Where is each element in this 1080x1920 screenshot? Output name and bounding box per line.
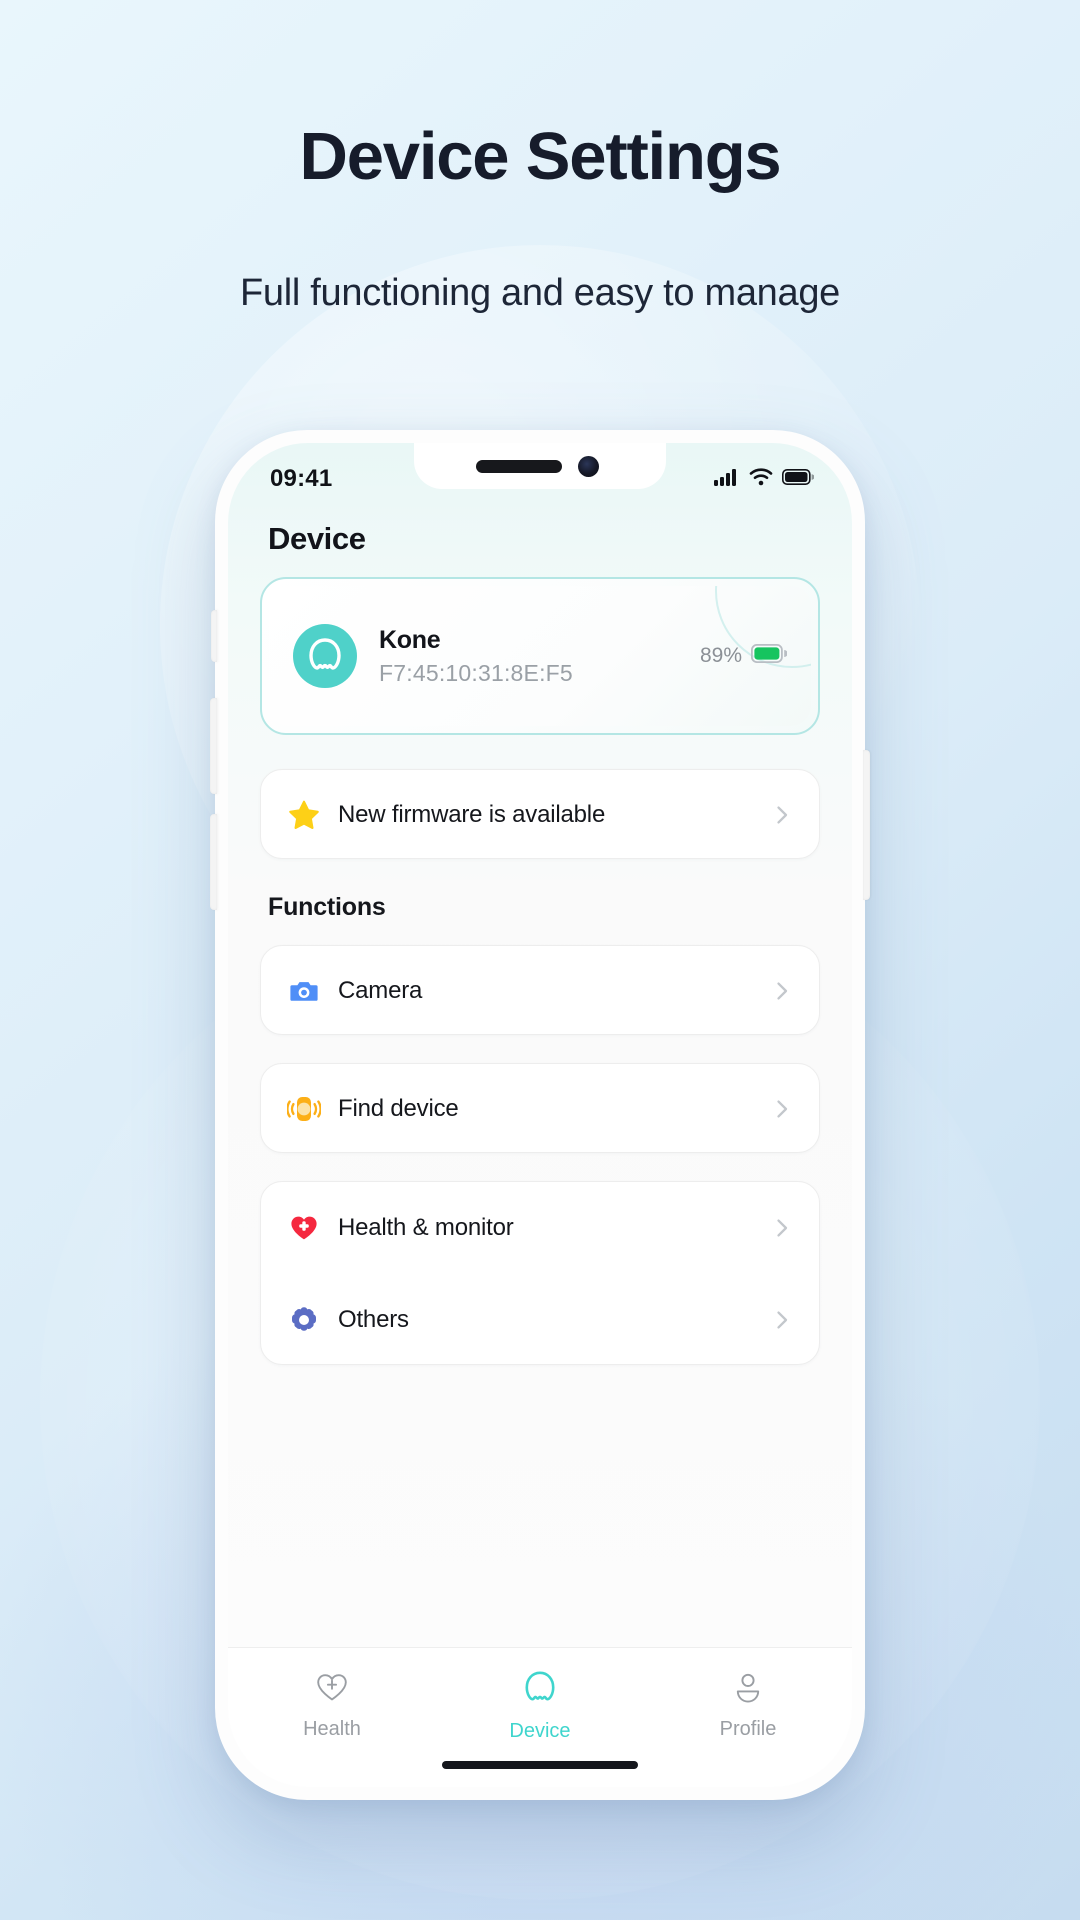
function-label-camera: Camera: [338, 976, 423, 1004]
device-meta: Kone F7:45:10:31:8E:F5: [379, 626, 700, 687]
camera-icon: [287, 974, 321, 1008]
phone-volume-up-button[interactable]: [210, 698, 217, 794]
promo-subtitle: Full functioning and easy to manage: [239, 272, 840, 314]
function-card-camera[interactable]: Camera: [260, 945, 820, 1035]
chevron-right-icon: [771, 1309, 793, 1331]
phone-front-camera-icon: [578, 456, 599, 477]
cellular-signal-icon: [714, 468, 740, 491]
battery-icon: [782, 468, 815, 490]
home-indicator[interactable]: [442, 1761, 638, 1769]
status-bar-indicators: [714, 467, 815, 491]
firmware-update-row[interactable]: New firmware is available: [261, 770, 819, 859]
status-bar-time: 09:41: [270, 465, 333, 492]
tab-label-health: Health: [303, 1718, 361, 1740]
tab-label-device: Device: [509, 1720, 571, 1742]
phone-mockup: 09:41 Device Kone F7:45:10:31:8E:F5 89% …: [210, 430, 870, 1800]
function-label-others: Others: [338, 1306, 409, 1333]
function-label-find-device: Find device: [338, 1094, 459, 1122]
page-title: Device: [268, 521, 366, 556]
function-card-group: Health & monitor Others: [260, 1181, 820, 1365]
star-icon: [287, 798, 321, 832]
device-battery-percent: 89%: [699, 644, 742, 667]
device-card-inner: Kone F7:45:10:31:8E:F5 89%: [269, 586, 811, 726]
chevron-right-icon: [771, 1098, 793, 1120]
device-battery-status: 89%: [699, 643, 788, 668]
find-device-watch-icon: [287, 1092, 321, 1126]
wifi-icon: [749, 467, 773, 491]
heart-plus-outline-icon: [313, 1668, 351, 1711]
function-card-find-device[interactable]: Find device: [260, 1063, 820, 1153]
functions-section-title: Functions: [268, 893, 386, 921]
firmware-update-label: New firmware is available: [338, 800, 606, 828]
tab-device[interactable]: Device: [465, 1668, 615, 1743]
firmware-update-card[interactable]: New firmware is available: [260, 769, 820, 859]
phone-power-button[interactable]: [863, 750, 870, 900]
phone-volume-down-button[interactable]: [210, 814, 217, 910]
gear-icon: [287, 1303, 321, 1337]
phone-earpiece-speaker: [476, 460, 562, 473]
chevron-right-icon: [771, 1217, 793, 1239]
heart-plus-icon: [287, 1211, 321, 1245]
bottom-tab-bar: Health Device Profile: [228, 1647, 852, 1787]
function-row-health-monitor[interactable]: Health & monitor: [261, 1182, 819, 1274]
battery-full-icon: [750, 643, 788, 668]
function-row-others[interactable]: Others: [261, 1274, 819, 1366]
earbud-device-icon: [293, 624, 357, 688]
tab-profile[interactable]: Profile: [673, 1668, 823, 1741]
device-ring-icon: [521, 1668, 559, 1713]
person-icon: [729, 1668, 767, 1711]
phone-silent-switch[interactable]: [211, 610, 217, 662]
device-mac-address: F7:45:10:31:8E:F5: [379, 659, 573, 686]
device-card[interactable]: Kone F7:45:10:31:8E:F5 89%: [260, 577, 820, 735]
function-label-health-monitor: Health & monitor: [338, 1214, 514, 1241]
function-row-find-device[interactable]: Find device: [261, 1064, 819, 1153]
chevron-right-icon: [771, 980, 793, 1002]
promo-title: Device Settings: [299, 119, 782, 194]
chevron-right-icon: [771, 804, 793, 826]
function-row-camera[interactable]: Camera: [261, 946, 819, 1035]
tab-health[interactable]: Health: [257, 1668, 407, 1741]
tab-label-profile: Profile: [719, 1718, 777, 1740]
device-name: Kone: [379, 625, 441, 654]
phone-screen: 09:41 Device Kone F7:45:10:31:8E:F5 89% …: [228, 443, 852, 1787]
